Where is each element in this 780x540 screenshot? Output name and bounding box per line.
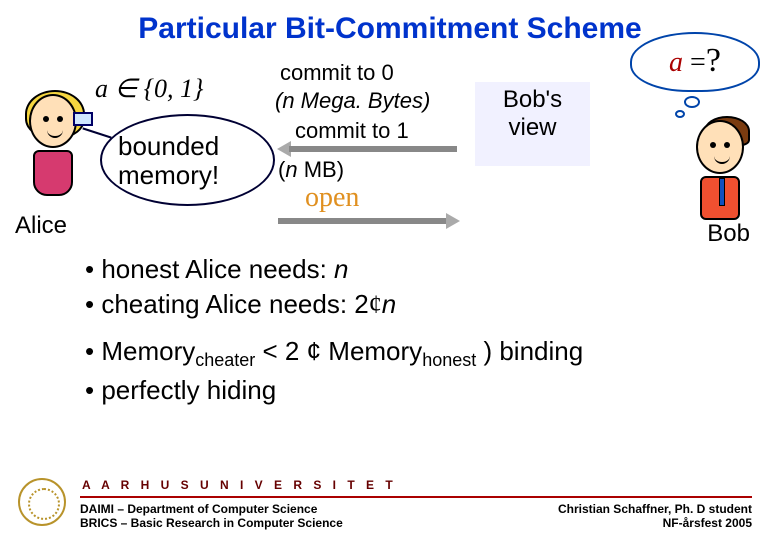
thought-eq: = bbox=[683, 47, 706, 78]
eye-icon bbox=[710, 142, 716, 148]
thought-bubble-dot-icon bbox=[684, 96, 700, 108]
bullet-2-n: n bbox=[382, 289, 396, 319]
size-1-suffix: MB) bbox=[298, 157, 344, 182]
bullet-2-pre: • cheating Alice needs: 2 bbox=[85, 289, 369, 319]
bullet-3-mid: < 2 ¢ Memory bbox=[255, 336, 422, 366]
bullet-1: • honest Alice needs: n bbox=[85, 252, 583, 287]
main-area: a ∈ {0, 1} commit to 0 (n Mega. Bytes) B… bbox=[0, 52, 780, 462]
formula-a-text: a ∈ {0, 1} bbox=[95, 74, 203, 103]
commit-to-1-label: commit to 1 bbox=[295, 118, 409, 144]
bob-label: Bob bbox=[707, 220, 750, 248]
cent-icon: ¢ bbox=[369, 290, 382, 319]
bullet-4: • perfectly hiding bbox=[85, 373, 583, 408]
bullet-3-post: ) binding bbox=[476, 336, 583, 366]
face-icon bbox=[29, 94, 77, 148]
alice-label: Alice bbox=[15, 212, 67, 240]
footer-row: DAIMI – Department of Computer Science B… bbox=[80, 502, 752, 530]
formula-a: a ∈ {0, 1} bbox=[95, 74, 203, 104]
bobs-view-box: Bob's view bbox=[475, 82, 590, 166]
thought-var: a bbox=[669, 47, 683, 78]
arrow-right-icon bbox=[278, 220, 458, 222]
size-1-n: n bbox=[285, 157, 297, 182]
open-label: open bbox=[305, 182, 359, 214]
bobs-view-line2: view bbox=[475, 114, 590, 142]
bounded-memory-label: bounded memory! bbox=[118, 132, 258, 189]
alice-figure bbox=[18, 94, 88, 204]
bullet-list: • honest Alice needs: n • cheating Alice… bbox=[85, 252, 583, 408]
university-name: A A R H U S U N I V E R S I T E T bbox=[82, 478, 752, 492]
mouth-icon bbox=[714, 156, 730, 164]
size-0-label: (n Mega. Bytes) bbox=[275, 88, 430, 114]
tag-icon bbox=[73, 112, 93, 126]
bounded-line2: memory! bbox=[118, 161, 258, 190]
eye-icon bbox=[57, 116, 63, 122]
spacer bbox=[85, 322, 583, 334]
footer-left: DAIMI – Department of Computer Science B… bbox=[80, 502, 343, 530]
footer-right-1: Christian Schaffner, Ph. D student bbox=[558, 502, 752, 516]
thought-bubble: a =? bbox=[630, 32, 760, 92]
bobs-view-line1: Bob's bbox=[503, 86, 562, 113]
mouth-icon bbox=[47, 130, 63, 138]
body-icon bbox=[33, 150, 73, 196]
tie-icon bbox=[719, 178, 725, 206]
eye-icon bbox=[724, 142, 730, 148]
bullet-3-sub2: honest bbox=[422, 350, 476, 370]
bounded-line1: bounded bbox=[118, 132, 258, 161]
footer-left-1: DAIMI – Department of Computer Science bbox=[80, 502, 343, 516]
size-0-text: (n Mega. Bytes) bbox=[275, 88, 430, 113]
thought-bubble-dot-icon bbox=[675, 110, 685, 118]
question-mark-icon: ? bbox=[706, 42, 721, 79]
footer-left-2: BRICS – Basic Research in Computer Scien… bbox=[80, 516, 343, 530]
bullet-3-pre: • Memory bbox=[85, 336, 195, 366]
divider bbox=[80, 496, 752, 498]
eye-icon bbox=[43, 116, 49, 122]
bullet-1-n: n bbox=[334, 254, 348, 284]
bob-figure bbox=[685, 120, 755, 220]
footer-right-2: NF-årsfest 2005 bbox=[558, 516, 752, 530]
bullet-3-sub1: cheater bbox=[195, 350, 255, 370]
arrow-left-icon bbox=[277, 148, 457, 150]
footer-right: Christian Schaffner, Ph. D student NF-år… bbox=[558, 502, 752, 530]
commit-to-0-label: commit to 0 bbox=[280, 60, 394, 86]
footer: A A R H U S U N I V E R S I T E T DAIMI … bbox=[0, 472, 780, 540]
bullet-1-pre: • honest Alice needs: bbox=[85, 254, 334, 284]
face-icon bbox=[696, 120, 744, 174]
bullet-3: • Memorycheater < 2 ¢ Memoryhonest ) bin… bbox=[85, 334, 583, 372]
body-icon bbox=[700, 176, 740, 220]
size-1-label: (n MB) bbox=[278, 157, 344, 183]
bullet-2: • cheating Alice needs: 2¢n bbox=[85, 287, 583, 322]
